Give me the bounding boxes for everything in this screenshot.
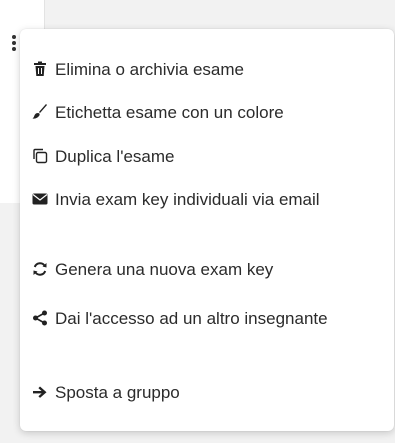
refresh-icon <box>32 261 48 277</box>
kebab-menu-icon[interactable] <box>12 35 16 51</box>
paint-brush-icon <box>32 104 48 120</box>
context-menu: Elimina o archivia esame Etichetta esame… <box>20 29 394 431</box>
menu-item-share-access[interactable]: Dai l'accesso ad un altro insegnante <box>32 307 382 330</box>
menu-item-label: Dai l'accesso ad un altro insegnante <box>55 309 328 328</box>
menu-item-label: Sposta a gruppo <box>55 383 180 402</box>
arrow-right-icon <box>32 384 48 400</box>
menu-item-send-exam-keys[interactable]: Invia exam key individuali via email <box>32 188 382 211</box>
menu-item-color-label[interactable]: Etichetta esame con un colore <box>32 101 382 124</box>
menu-item-delete-archive[interactable]: Elimina o archivia esame <box>32 58 382 81</box>
menu-item-label: Duplica l'esame <box>55 147 175 166</box>
menu-item-move-to-group[interactable]: Sposta a gruppo <box>32 381 382 404</box>
copy-icon <box>32 148 48 164</box>
menu-item-duplicate[interactable]: Duplica l'esame <box>32 145 382 168</box>
menu-item-label: Genera una nuova exam key <box>55 260 274 279</box>
menu-item-label: Etichetta esame con un colore <box>55 103 284 122</box>
share-icon <box>32 310 48 326</box>
menu-item-new-exam-key[interactable]: Genera una nuova exam key <box>32 258 382 281</box>
trash-icon <box>32 61 48 77</box>
envelope-icon <box>32 191 48 207</box>
menu-item-label: Invia exam key individuali via email <box>55 190 320 209</box>
menu-item-label: Elimina o archivia esame <box>55 60 244 79</box>
